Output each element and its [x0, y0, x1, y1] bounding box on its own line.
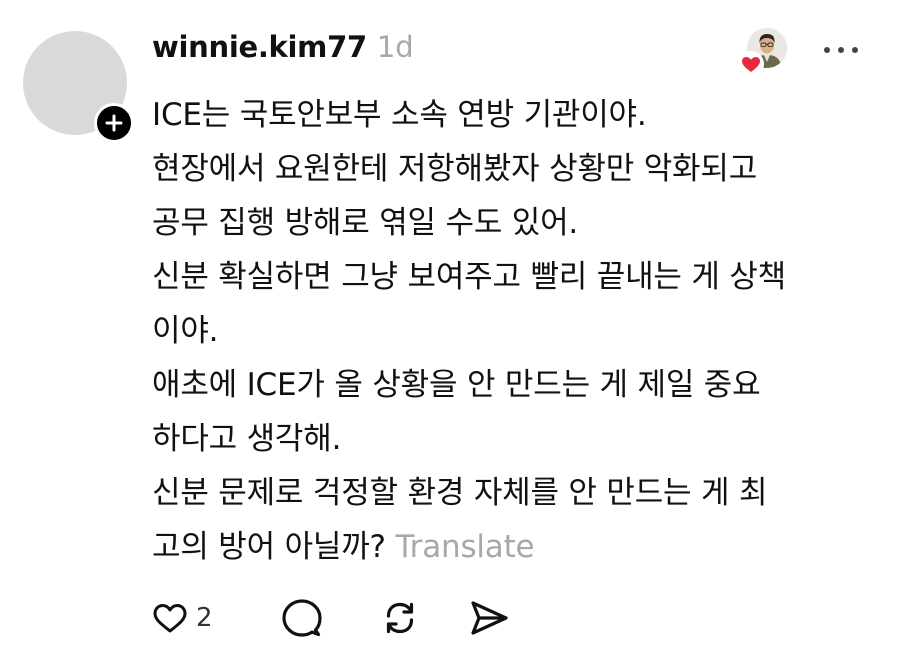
post-line: 하다고 생각해. [152, 421, 342, 457]
post-line-last: 고의 방어 아닐까? Translate [152, 520, 872, 574]
translate-link[interactable]: Translate [395, 529, 534, 565]
post-line: ICE는 국토안보부 소속 연방 기관이야. [152, 97, 647, 133]
post-line: 신분 확실하면 그냥 보여주고 빨리 끝내는 게 상책 [152, 259, 786, 295]
repost-icon [386, 602, 414, 634]
post-line: 애초에 ICE가 올 상황을 안 만드는 게 제일 중요 [152, 367, 761, 403]
post-line: 공무 집행 방해로 엮일 수도 있어. [152, 205, 579, 241]
post-line: 현장에서 요원한테 저항해봤자 상황만 악화되고 [152, 151, 758, 187]
share-button[interactable] [468, 596, 528, 640]
timestamp: 1d [376, 30, 414, 64]
heart-icon [738, 51, 764, 77]
post-line: 이야. [152, 313, 219, 349]
action-bar: 2 [150, 596, 528, 640]
post-line: 신분 문제로 걱정할 환경 자체를 안 만드는 게 최 [152, 475, 768, 511]
send-icon [471, 601, 508, 635]
post-body: ICE는 국토안보부 소속 연방 기관이야. 현장에서 요원한테 저항해봤자 상… [152, 88, 872, 574]
comment-button[interactable] [280, 596, 348, 640]
follow-button[interactable] [94, 103, 134, 143]
post-line-text: 고의 방어 아닐까? [152, 529, 386, 565]
username[interactable]: winnie.kim77 [152, 30, 367, 64]
post-header: winnie.kim77 1d [152, 30, 414, 64]
more-button[interactable] [819, 36, 863, 64]
like-count: 2 [196, 603, 213, 633]
repost-button[interactable] [378, 596, 442, 640]
plus-icon [105, 114, 123, 132]
more-horizontal-icon [824, 47, 858, 53]
like-button[interactable]: 2 [150, 596, 226, 640]
reaction-indicator[interactable] [737, 28, 789, 78]
heart-outline-icon [153, 604, 187, 633]
comment-bubble-icon [282, 599, 322, 637]
